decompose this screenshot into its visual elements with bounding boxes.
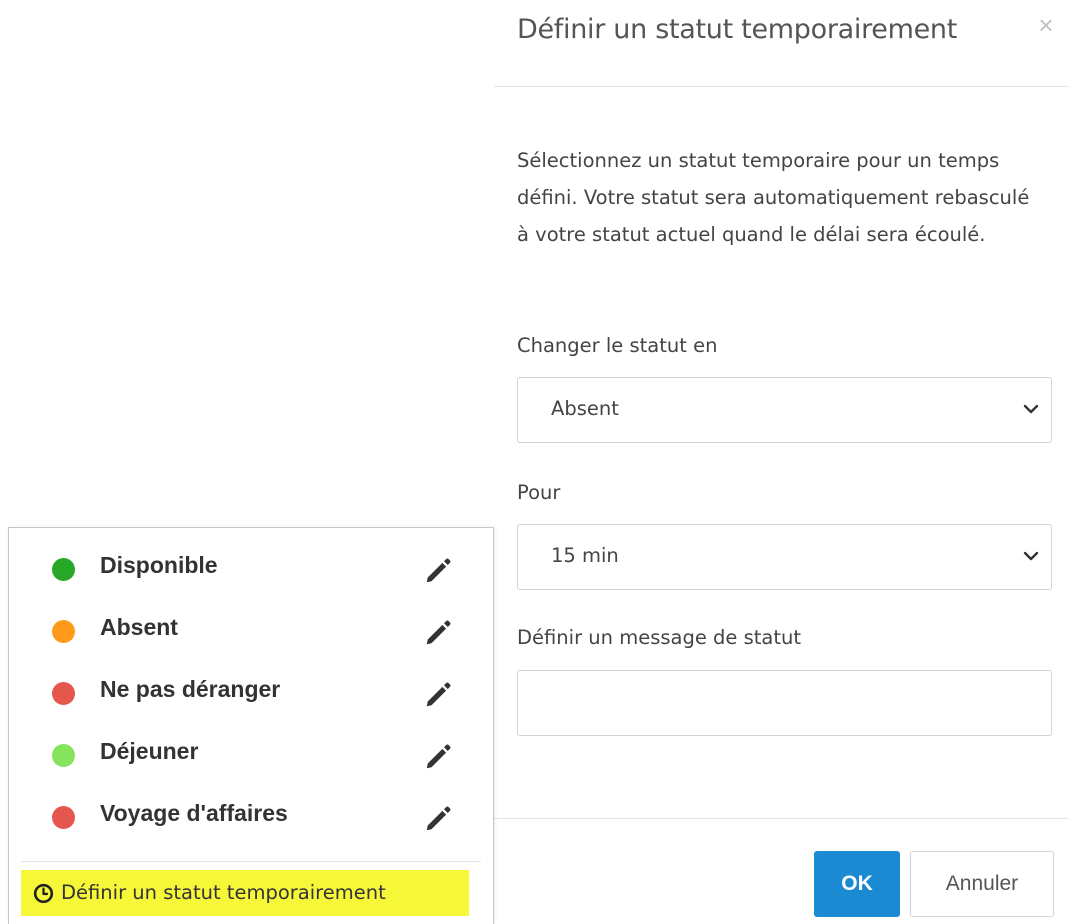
clock-icon — [33, 883, 54, 904]
chevron-down-icon — [1023, 551, 1039, 561]
close-button[interactable]: × — [1034, 10, 1058, 40]
status-item-dejeuner[interactable]: Déjeuner — [9, 727, 493, 779]
status-dot — [52, 558, 75, 581]
duration-field-label: Pour — [517, 481, 561, 504]
dialog-description: Sélectionnez un statut temporaire pour u… — [517, 149, 1030, 246]
status-message-input[interactable] — [517, 670, 1052, 736]
status-select-value: Absent — [551, 397, 619, 420]
duration-select[interactable]: 15 min — [517, 524, 1052, 590]
status-dot — [52, 744, 75, 767]
status-dot — [52, 620, 75, 643]
status-item-disponible[interactable]: Disponible — [9, 541, 493, 593]
status-item-label: Disponible — [100, 552, 218, 578]
pencil-icon[interactable] — [423, 804, 453, 834]
cancel-button[interactable]: Annuler — [910, 851, 1054, 917]
pencil-icon[interactable] — [423, 680, 453, 710]
status-item-label: Ne pas déranger — [100, 676, 281, 702]
pencil-icon[interactable] — [423, 556, 453, 586]
pencil-icon[interactable] — [423, 618, 453, 648]
status-dot — [52, 806, 75, 829]
dialog-header: Définir un statut temporairement × — [494, 0, 1069, 87]
status-item-label: Voyage d'affaires — [100, 800, 288, 826]
status-message-label: Définir un message de statut — [517, 626, 802, 649]
dialog-footer: OK Annuler — [494, 818, 1069, 924]
status-item-label: Déjeuner — [100, 738, 199, 764]
menu-divider — [21, 861, 481, 862]
status-item-absent[interactable]: Absent — [9, 603, 493, 655]
status-select[interactable]: Absent — [517, 377, 1052, 443]
ok-button[interactable]: OK — [814, 851, 900, 917]
set-temporary-status-dialog: Définir un statut temporairement × Sélec… — [494, 0, 1069, 923]
status-field-label: Changer le statut en — [517, 334, 718, 357]
pencil-icon[interactable] — [423, 742, 453, 772]
dialog-title: Définir un statut temporairement — [517, 14, 958, 45]
status-item-label: Absent — [100, 614, 178, 640]
duration-select-value: 15 min — [551, 544, 619, 567]
set-temporary-status-label: Définir un statut temporairement — [61, 881, 386, 904]
set-temporary-status-link[interactable]: Définir un statut temporairement — [21, 870, 469, 916]
status-menu: Disponible Absent Ne pas déranger Déjeun… — [8, 527, 494, 924]
chevron-down-icon — [1023, 404, 1039, 414]
status-item-voyage-affaires[interactable]: Voyage d'affaires — [9, 789, 493, 841]
status-item-ne-pas-deranger[interactable]: Ne pas déranger — [9, 665, 493, 717]
status-dot — [52, 682, 75, 705]
